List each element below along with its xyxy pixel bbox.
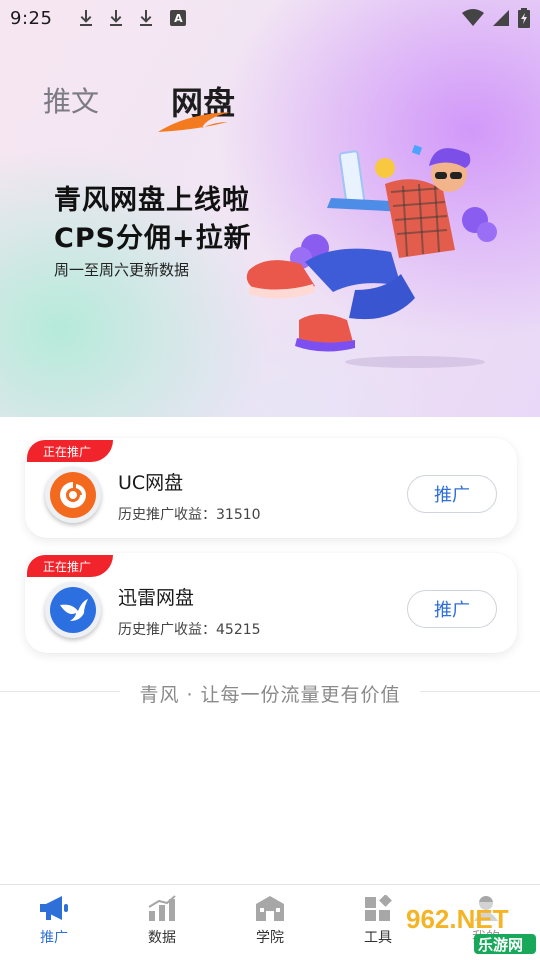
promoting-badge: 正在推广 — [27, 555, 113, 577]
floating-person-illustration — [246, 144, 497, 368]
hero-banner[interactable]: 9:25 A 推文 网盘 青风网盘上线啦 CPS分佣+拉新 周一至周六更新数据 — [0, 0, 540, 417]
watermark-line1: 962.NET — [406, 904, 509, 934]
signal-icon — [493, 10, 509, 26]
banner-subtitle: 周一至周六更新数据 — [54, 261, 190, 279]
promote-button[interactable]: 推广 — [407, 475, 497, 513]
cloud-drive-card-uc[interactable]: 正在推广 UC网盘 历史推广收益：31510 推广 — [25, 438, 517, 538]
status-bar: 9:25 A — [0, 0, 540, 36]
nav-item-academy[interactable]: 学院 — [240, 895, 300, 947]
battery-icon — [518, 8, 530, 28]
nav-label: 工具 — [364, 930, 392, 946]
uc-logo — [45, 467, 101, 523]
wifi-icon — [462, 9, 484, 26]
megaphone-icon — [40, 896, 68, 920]
slogan: 青风 · 让每一份流量更有价值 — [139, 684, 401, 706]
thunder-logo — [45, 582, 101, 638]
uc-logo-icon — [50, 472, 96, 518]
chart-icon — [148, 895, 176, 921]
nav-label: 数据 — [148, 930, 176, 946]
tools-icon — [365, 895, 392, 921]
tab-tuiwen[interactable]: 推文 — [43, 80, 99, 120]
active-tab-indicator — [158, 112, 230, 132]
a-icon: A — [170, 10, 187, 26]
watermark-logo: 962.NET 乐游网 — [398, 902, 540, 958]
school-icon — [256, 896, 284, 921]
nav-item-data[interactable]: 数据 — [132, 895, 192, 947]
download-icon — [80, 10, 93, 26]
status-time: 9:25 — [10, 7, 53, 29]
banner-title-line1: 青风网盘上线啦 — [54, 185, 250, 216]
drive-name: 迅雷网盘 — [118, 587, 195, 609]
nav-label: 学院 — [256, 930, 284, 946]
banner-title-line2: CPS分佣+拉新 — [54, 223, 252, 254]
promoting-badge: 正在推广 — [27, 440, 113, 462]
history-income: 历史推广收益：31510 — [118, 507, 261, 523]
thunder-logo-icon — [50, 587, 96, 633]
cloud-drive-card-thunder[interactable]: 正在推广 迅雷网盘 历史推广收益：45215 推广 — [25, 553, 517, 653]
promote-button[interactable]: 推广 — [407, 590, 497, 628]
download-icon — [110, 10, 123, 26]
history-income: 历史推广收益：45215 — [118, 622, 261, 638]
nav-item-promote[interactable]: 推广 — [24, 895, 84, 947]
drive-name: UC网盘 — [118, 472, 184, 494]
download-icon — [140, 10, 153, 26]
nav-label: 推广 — [40, 930, 68, 946]
watermark-line2: 乐游网 — [478, 936, 523, 954]
